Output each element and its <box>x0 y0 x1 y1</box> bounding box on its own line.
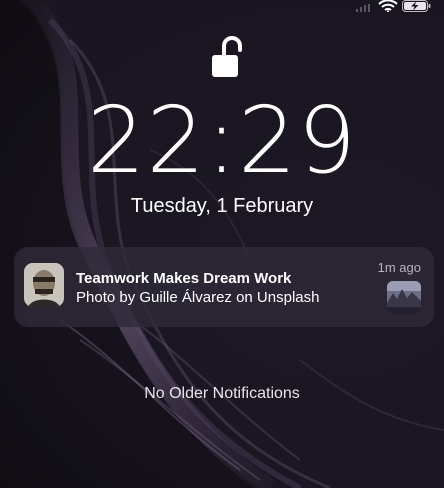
avatar <box>24 263 64 307</box>
battery-charging-icon <box>402 0 431 12</box>
clock-time: 22:29 <box>86 87 358 194</box>
lock-open-icon[interactable] <box>210 36 242 78</box>
notification-body: Photo by Guille Álvarez on Unsplash <box>76 289 320 306</box>
status-bar <box>0 0 444 14</box>
wifi-icon <box>378 0 398 12</box>
notification-time: 1m ago <box>377 260 421 275</box>
no-older-notifications-label: No Older Notifications <box>144 385 300 402</box>
notification-card[interactable]: Teamwork Makes Dream Work Photo by Guill… <box>14 247 434 327</box>
notification-title: Teamwork Makes Dream Work <box>76 270 292 287</box>
cellular-signal-icon <box>356 4 370 12</box>
photo-thumbnail <box>387 281 421 315</box>
clock-date: Tuesday, 1 February <box>130 195 314 217</box>
lock-screen: 22:29 Tuesday, 1 February Teamwork Makes… <box>0 0 444 488</box>
